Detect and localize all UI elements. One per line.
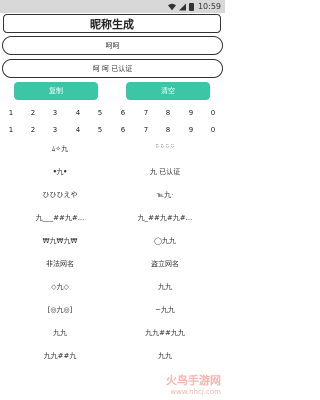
nickname-item[interactable]: 九九##九	[10, 351, 110, 361]
clear-button[interactable]: 清空	[126, 82, 210, 100]
status-bar: 10:59	[0, 0, 225, 13]
list-row: ﾑ✧九 ᵕ̈ ᵕ̈ ᵕ̈ ᵕ̈	[0, 140, 225, 163]
number-key[interactable]: 9	[189, 126, 193, 134]
nickname-item[interactable]: ~九九	[115, 305, 215, 315]
number-key[interactable]: 3	[53, 109, 57, 117]
battery-icon	[188, 2, 194, 11]
signal-icon	[178, 3, 186, 10]
number-key[interactable]: 7	[144, 126, 148, 134]
number-key[interactable]: 6	[121, 126, 125, 134]
number-key[interactable]: 0	[211, 126, 215, 134]
nickname-item[interactable]: ᵕ̈ ᵕ̈ ᵕ̈ ᵕ̈	[115, 144, 215, 152]
number-key[interactable]: 1	[9, 109, 13, 117]
nickname-item[interactable]: ꔷ九ꔷ	[10, 167, 110, 177]
nickname-item[interactable]: ﾑ✧九	[10, 144, 110, 154]
nickname-item[interactable]: 非法网名	[10, 259, 110, 269]
number-row-1: 1 2 3 4 5 6 7 8 9 0	[0, 109, 225, 119]
list-row: 九九 九九##九九	[0, 324, 225, 347]
nickname-item[interactable]: [◎九◎]	[10, 305, 110, 315]
nickname-item[interactable]: ₩九₩九₩	[10, 236, 110, 246]
page-title: 昵称生成	[3, 14, 221, 33]
nickname-item[interactable]: ℡九·	[115, 190, 215, 200]
number-key[interactable]: 9	[189, 109, 193, 117]
list-row: ◇九◇ 九九	[0, 278, 225, 301]
watermark-url: www.hhcj.com	[170, 388, 221, 396]
nickname-input[interactable]: 呵呵	[2, 36, 223, 55]
wifi-icon	[167, 3, 176, 10]
list-row: 九___##九#... 九_##九#九#...	[0, 209, 225, 232]
number-key[interactable]: 5	[98, 126, 102, 134]
number-key[interactable]: 4	[76, 126, 80, 134]
copy-button[interactable]: 复制	[14, 82, 98, 100]
number-key[interactable]: 2	[31, 109, 35, 117]
nickname-item[interactable]: ひひひえや	[10, 190, 110, 200]
number-key[interactable]: 3	[53, 126, 57, 134]
number-row-2: 1 2 3 4 5 6 7 8 9 0	[0, 126, 225, 136]
number-key[interactable]: 4	[76, 109, 80, 117]
number-key[interactable]: 6	[121, 109, 125, 117]
number-key[interactable]: 7	[144, 109, 148, 117]
watermark-logo: 火鸟手游网	[166, 374, 221, 387]
number-key[interactable]: 1	[9, 126, 13, 134]
nickname-item[interactable]: ◯九九	[115, 236, 215, 246]
nickname-item[interactable]: 九 已认证	[115, 167, 215, 177]
nickname-item[interactable]: 九九##九九	[115, 328, 215, 338]
site-watermark: 火鸟手游网 www.hhcj.com	[166, 372, 221, 396]
nickname-item[interactable]: 九_##九#九#...	[115, 213, 215, 223]
number-key[interactable]: 8	[166, 126, 170, 134]
number-key[interactable]: 0	[211, 109, 215, 117]
nickname-list: ﾑ✧九 ᵕ̈ ᵕ̈ ᵕ̈ ᵕ̈ ꔷ九ꔷ 九 已认证 ひひひえや ℡九· 九___…	[0, 140, 225, 370]
nickname-item[interactable]: ◇九◇	[10, 282, 110, 292]
clock: 10:59	[197, 2, 221, 11]
nickname-item[interactable]: 九___##九#...	[10, 213, 110, 223]
nickname-item[interactable]: 九九	[115, 282, 215, 292]
nickname-item[interactable]: 九九	[10, 328, 110, 338]
nickname-item[interactable]: 九九	[115, 351, 215, 361]
list-row: ₩九₩九₩ ◯九九	[0, 232, 225, 255]
list-row: [◎九◎] ~九九	[0, 301, 225, 324]
list-row: ꔷ九ꔷ 九 已认证	[0, 163, 225, 186]
number-key[interactable]: 2	[31, 126, 35, 134]
nickname-item[interactable]: 盗立网名	[115, 259, 215, 269]
number-key[interactable]: 8	[166, 109, 170, 117]
list-row: ひひひえや ℡九·	[0, 186, 225, 209]
list-row: 九九##九 九九	[0, 347, 225, 370]
number-key[interactable]: 5	[98, 109, 102, 117]
list-row: 非法网名 盗立网名	[0, 255, 225, 278]
nickname-preview: 呵 呵 已认证	[2, 59, 223, 78]
